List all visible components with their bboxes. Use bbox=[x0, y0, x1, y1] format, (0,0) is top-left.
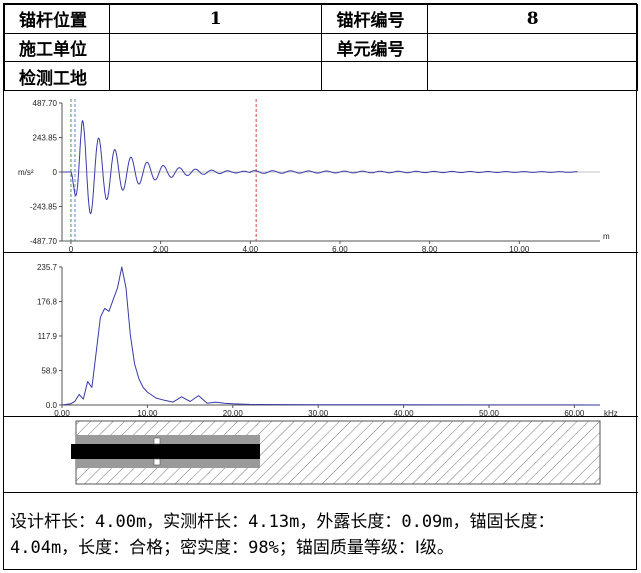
x-tick-label: 0 bbox=[69, 245, 74, 252]
x-tick-label: 60.00 bbox=[564, 409, 585, 416]
x-tick-label: 30.00 bbox=[308, 409, 329, 416]
inspection-site-label: 检测工地 bbox=[4, 61, 110, 92]
construction-unit-label: 施工单位 bbox=[4, 32, 110, 63]
info-table: 锚杆位置 1 锚杆编号 8 施工单位 单元编号 检测工地 bbox=[4, 4, 638, 92]
waveform-series-line bbox=[62, 120, 578, 215]
unit-number-label: 单元编号 bbox=[321, 32, 429, 63]
x-tick-label: 20.00 bbox=[223, 409, 244, 416]
spectrum-chart: 235.7176.8117.958.90.00.00 10.00 20.00 30.0… bbox=[37, 263, 618, 416]
x-tick-label: 6.00 bbox=[332, 245, 348, 252]
y-tick-label: -243.85 bbox=[30, 203, 58, 212]
x-tick-label: 4.00 bbox=[243, 245, 259, 252]
anchor-number-value: 8 bbox=[427, 4, 638, 34]
anchor-position-value: 1 bbox=[108, 4, 323, 34]
y-tick-label: 235.7 bbox=[37, 263, 58, 272]
info-row: 检测工地 bbox=[4, 61, 638, 92]
info-row: 锚杆位置 1 锚杆编号 8 bbox=[4, 4, 638, 34]
x-axis-label: m bbox=[603, 232, 610, 241]
x-tick-label: 8.00 bbox=[422, 245, 438, 252]
centralizer-bottom bbox=[153, 458, 161, 466]
y-tick-label: -487.70 bbox=[30, 237, 58, 246]
x-tick-label: 2.00 bbox=[153, 245, 169, 252]
x-tick-label: 40.00 bbox=[394, 409, 415, 416]
summary-line-2: 4.04m，长度：合格；密实度：98%；锚固质量等级：Ⅰ级。 bbox=[10, 538, 454, 558]
waveform-chart: 487.70 243.85 0 -243.85 -487.70 m/s² 0 2.00 4.00… bbox=[18, 99, 610, 252]
spectrum-panel: 235.7 176.8 117.9 58.9 0.0 0.00 10.00 20.00 30.0… bbox=[4, 252, 638, 416]
anchor-number-label: 锚杆编号 bbox=[321, 4, 429, 34]
construction-unit-value bbox=[108, 32, 323, 63]
y-tick-label: 176.8 bbox=[37, 297, 58, 306]
y-tick-label: 58.9 bbox=[41, 367, 57, 376]
spectrum-series-line bbox=[61, 266, 601, 406]
anchor-diagram-panel bbox=[4, 416, 638, 492]
summary-line-1: 设计杆长：4.00m，实测杆长：4.13m，外露长度：0.09m，锚固长度： bbox=[10, 512, 555, 532]
y-tick-label: 117.9 bbox=[38, 332, 58, 341]
y-tick-label: 243.85 bbox=[33, 134, 58, 143]
anchor-rod-diagram bbox=[71, 420, 601, 485]
result-summary: 设计杆长：4.00m，实测杆长：4.13m，外露长度：0.09m，锚固长度： 4… bbox=[4, 492, 638, 571]
anchor-position-label: 锚杆位置 bbox=[4, 4, 110, 34]
x-tick-label: 10.00 bbox=[137, 409, 158, 416]
waveform-panel: 487.70 243.85 0 -243.85 -487.70 m/s² 0 2.00 4.00… bbox=[4, 90, 638, 252]
x-tick-label: 0.00 bbox=[54, 409, 70, 416]
info-row: 施工单位 单元编号 bbox=[4, 32, 638, 63]
empty-label bbox=[321, 61, 429, 92]
y-tick-label: 487.70 bbox=[33, 99, 58, 108]
centralizer-top bbox=[153, 437, 161, 445]
inspection-site-value bbox=[108, 61, 323, 92]
y-tick-label: 0 bbox=[53, 168, 58, 177]
unit-number-value bbox=[427, 32, 638, 63]
x-axis-label: kHz bbox=[604, 409, 618, 416]
x-tick-label: 10.00 bbox=[509, 245, 530, 252]
y-axis-label: m/s² bbox=[18, 168, 34, 177]
report-sheet: 锚杆位置 1 锚杆编号 8 施工单位 单元编号 检测工地 487.70 243.8… bbox=[3, 3, 638, 571]
anchor-rod-bar bbox=[71, 444, 260, 459]
empty-value bbox=[427, 61, 638, 92]
x-tick-label: 50.00 bbox=[479, 409, 500, 416]
